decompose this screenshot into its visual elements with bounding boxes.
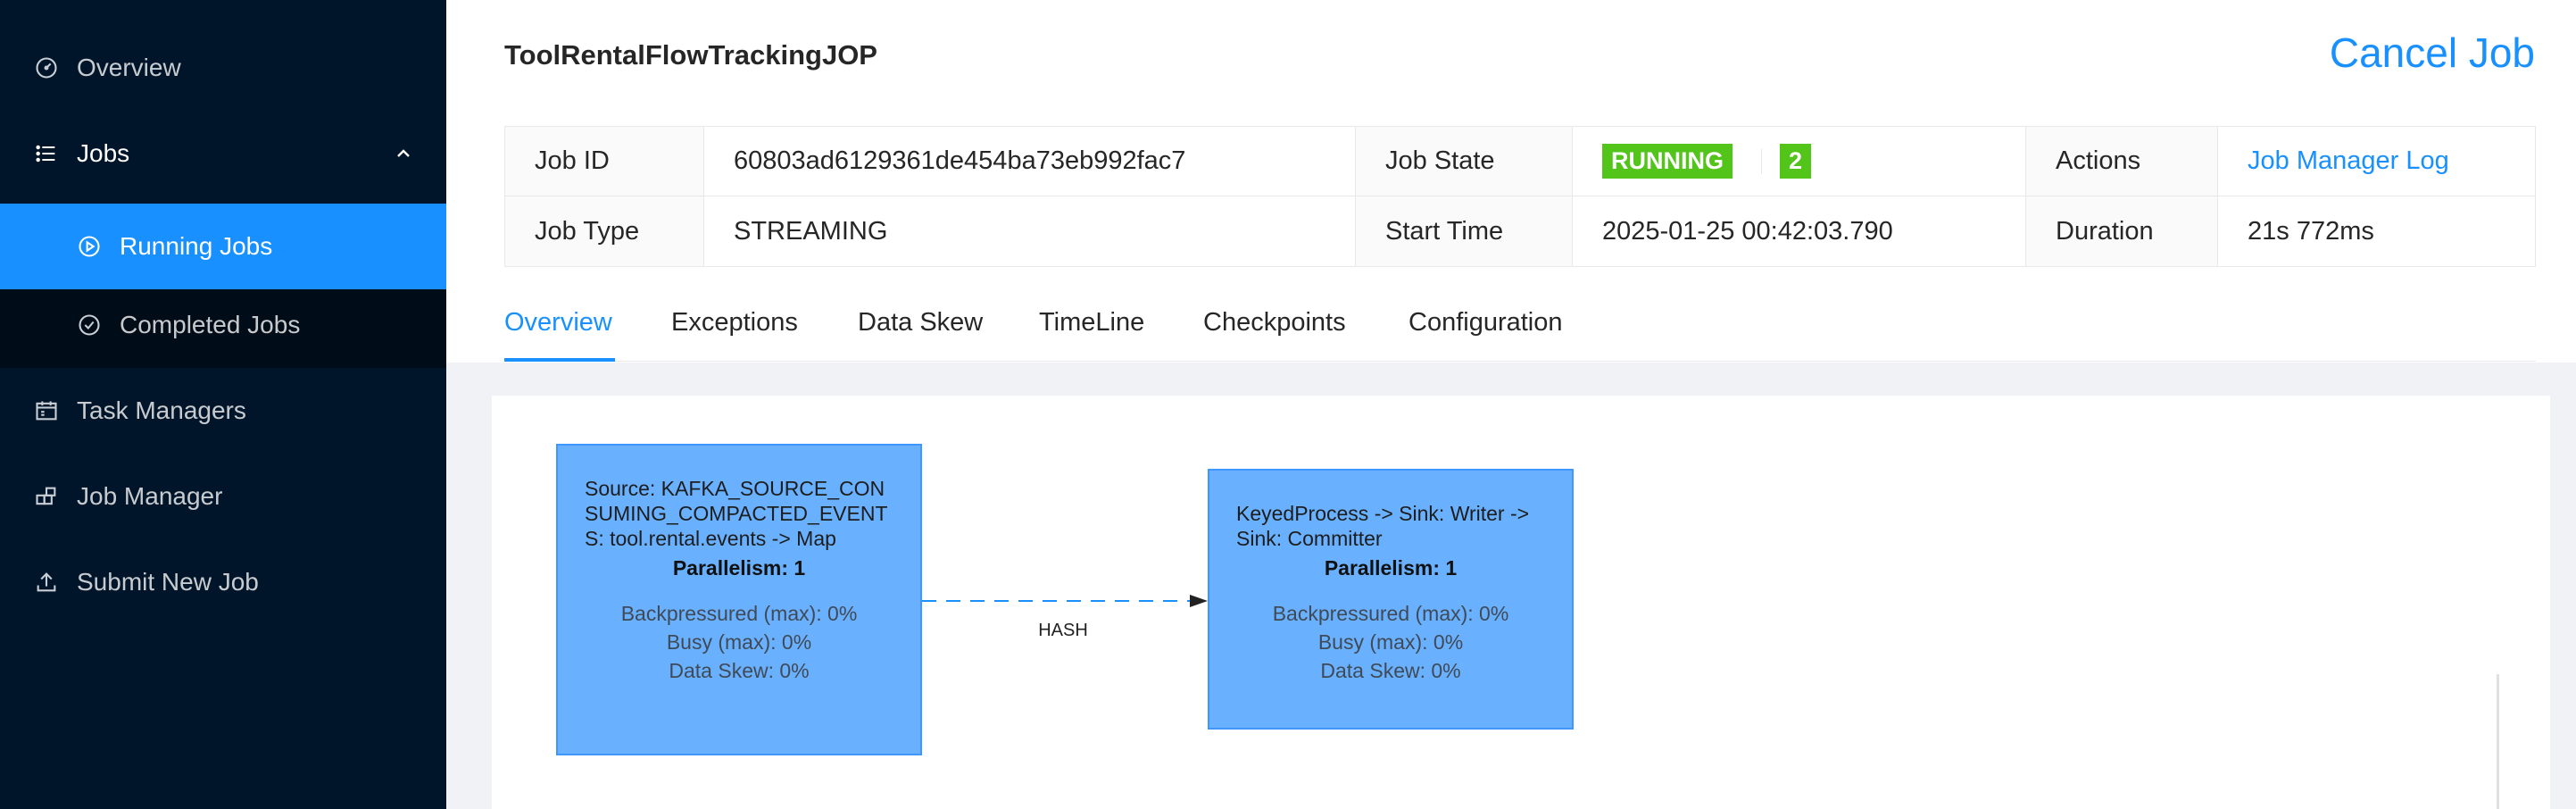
node-data-skew: Data Skew: 0% [669, 659, 810, 682]
sidebar-item-label: Running Jobs [120, 232, 273, 260]
upload-icon [32, 568, 61, 596]
tab-data-skew[interactable]: Data Skew [858, 308, 983, 338]
sidebar-item-overview[interactable]: Overview [0, 25, 446, 111]
job-manager-log-link[interactable]: Job Manager Log [2248, 146, 2449, 176]
sidebar-item-label: Overview [77, 54, 181, 81]
job-state-value: RUNNING 2 [1573, 127, 2026, 196]
job-id-value: 60803ad6129361de454ba73eb992fac7 [704, 127, 1356, 196]
job-info-table: Job ID 60803ad6129361de454ba73eb992fac7 … [504, 126, 2536, 267]
chevron-up-icon [397, 149, 410, 157]
node-busy: Busy (max): 0% [1317, 630, 1464, 654]
count-badge: 2 [1780, 144, 1812, 179]
node-backpressured: Backpressured (max): 0% [620, 602, 858, 625]
status-badge: RUNNING [1602, 144, 1733, 179]
tab-overview[interactable]: Overview [504, 308, 612, 338]
node-name: Source: KAFKA_SOURCE_CONSUMING_COMPACTED… [585, 477, 888, 550]
active-tab-indicator [504, 358, 615, 362]
duration-value: 21s 772ms [2248, 216, 2374, 246]
sidebar-item-label: Task Managers [77, 396, 246, 424]
cancel-job-button[interactable]: Cancel Job [2330, 29, 2535, 77]
job-tabs: Overview Exceptions Data Skew TimeLine C… [504, 299, 2536, 362]
duration-label: Duration [2026, 196, 2218, 266]
start-time-label: Start Time [1356, 196, 1573, 266]
start-time-value: 2025-01-25 00:42:03.790 [1573, 196, 2026, 266]
node-parallelism: Parallelism: 1 [672, 556, 806, 580]
list-icon [32, 139, 61, 168]
sidebar-item-task-managers[interactable]: Task Managers [0, 368, 446, 454]
check-circle-icon [75, 311, 104, 339]
tab-checkpoints[interactable]: Checkpoints [1203, 308, 1346, 338]
sidebar-item-label: Jobs [77, 139, 130, 167]
node-parallelism: Parallelism: 1 [1324, 556, 1458, 580]
sidebar-item-job-manager[interactable]: Job Manager [0, 454, 446, 539]
graph-node-sink[interactable]: KeyedProcess -> Sink: Writer -> Sink: Co… [1208, 469, 1574, 730]
sidebar-item-label: Submit New Job [77, 568, 259, 596]
build-icon [32, 482, 61, 511]
divider [1761, 148, 1762, 174]
dashboard-icon [32, 54, 61, 82]
graph-node-source[interactable]: Source: KAFKA_SOURCE_CONSUMING_COMPACTED… [556, 444, 922, 755]
job-type-label: Job Type [505, 196, 704, 266]
tab-exceptions[interactable]: Exceptions [671, 308, 798, 338]
calendar-icon [32, 396, 61, 425]
sidebar-item-jobs[interactable]: Jobs [0, 111, 446, 196]
node-backpressured: Backpressured (max): 0% [1272, 602, 1509, 625]
sidebar-item-completed-jobs[interactable]: Completed Jobs [0, 282, 446, 368]
tab-timeline[interactable]: TimeLine [1039, 308, 1144, 338]
actions-value: Job Manager Log [2218, 127, 2535, 196]
actions-label: Actions [2026, 127, 2218, 196]
sidebar-item-running-jobs[interactable]: Running Jobs [0, 204, 446, 289]
node-name: KeyedProcess -> Sink: Writer -> Sink: Co… [1236, 502, 1530, 550]
sidebar-item-label: Completed Jobs [120, 311, 301, 338]
sidebar: Overview Jobs Running Jobs Completed Job… [0, 0, 446, 809]
node-busy: Busy (max): 0% [666, 630, 812, 654]
sidebar-item-submit-new-job[interactable]: Submit New Job [0, 539, 446, 625]
node-data-skew: Data Skew: 0% [1320, 659, 1461, 682]
tab-configuration[interactable]: Configuration [1408, 308, 1563, 338]
job-id-label: Job ID [505, 127, 704, 196]
graph-scrollbar[interactable] [2497, 674, 2499, 809]
sidebar-item-label: Job Manager [77, 482, 223, 510]
page-title: ToolRentalFlowTrackingJOP [504, 39, 877, 71]
job-state-label: Job State [1356, 127, 1573, 196]
play-circle-icon [75, 232, 104, 261]
job-type-value: STREAMING [704, 196, 1356, 266]
